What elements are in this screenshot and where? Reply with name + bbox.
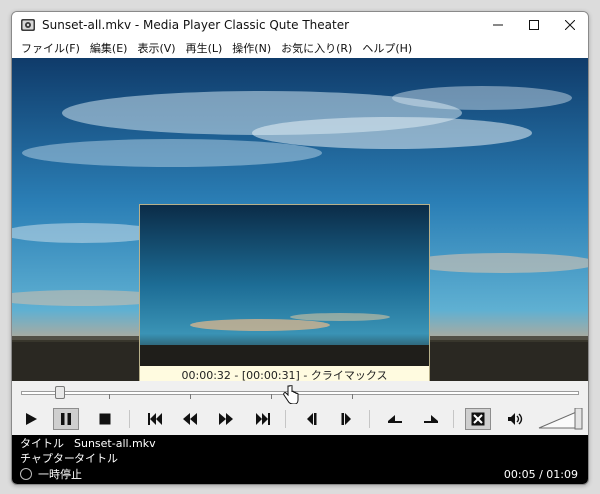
minimize-icon: [493, 24, 503, 26]
frame-back-icon: [307, 413, 317, 425]
seek-preview-tooltip: 00:00:32 - [00:00:31] - クライマックス: [139, 204, 430, 381]
frame-forward-icon: [341, 413, 351, 425]
chapter-marker: [109, 394, 110, 399]
title-value: Sunset-all.mkv: [74, 437, 156, 450]
skip-back-icon: [148, 413, 162, 425]
frame-step-back-button[interactable]: [298, 408, 324, 430]
slow-down-icon: [388, 415, 402, 423]
playback-state: 一時停止: [38, 468, 82, 481]
menu-view[interactable]: 表示(V): [132, 40, 180, 56]
app-icon: [21, 19, 35, 31]
skip-forward-icon: [256, 413, 270, 425]
close-button[interactable]: [552, 12, 588, 38]
mute-button[interactable]: [502, 408, 528, 430]
pause-button[interactable]: [53, 408, 79, 430]
chapter-marker: [352, 394, 353, 399]
volume-slider[interactable]: [537, 408, 583, 430]
separator: [369, 410, 370, 428]
hand-cursor-icon: [283, 385, 299, 405]
fast-forward-icon: [219, 413, 233, 425]
time-display: 00:05 / 01:09: [503, 468, 578, 481]
next-chapter-button[interactable]: [250, 408, 276, 430]
previous-chapter-button[interactable]: [142, 408, 168, 430]
menu-help[interactable]: ヘルプ(H): [357, 40, 417, 56]
volume-thumb[interactable]: [574, 408, 583, 430]
increase-speed-button[interactable]: [418, 408, 444, 430]
chapter-marker: [190, 394, 191, 399]
seek-bar-row: [12, 381, 588, 405]
fast-forward-button[interactable]: [213, 408, 239, 430]
seek-thumb[interactable]: [55, 386, 66, 399]
rewind-button[interactable]: [177, 408, 203, 430]
rewind-icon: [183, 413, 197, 425]
menu-play[interactable]: 再生(L): [181, 40, 228, 56]
maximize-button[interactable]: [516, 12, 552, 38]
playback-state-icon: [20, 468, 32, 480]
pause-icon: [61, 413, 71, 425]
stop-icon: [99, 413, 111, 425]
chapter-value: タイトル: [74, 452, 118, 465]
frame-step-forward-button[interactable]: [334, 408, 360, 430]
speaker-icon: [508, 413, 523, 425]
status-panel: タイトル Sunset-all.mkv チャプタータイトル 一時停止 00:05 …: [12, 435, 588, 484]
menu-file[interactable]: ファイル(F): [16, 40, 85, 56]
play-icon: [26, 413, 37, 425]
chapter-marker: [271, 394, 272, 399]
stop-button[interactable]: [92, 408, 118, 430]
title-label: タイトル: [20, 437, 64, 450]
speed-up-icon: [424, 415, 438, 423]
preview-time-caption: 00:00:32 - [00:00:31] - クライマックス: [140, 366, 429, 381]
window-title: Sunset-all.mkv - Media Player Classic Qu…: [42, 18, 350, 32]
subtitle-off-icon: [471, 412, 485, 426]
separator: [453, 410, 454, 428]
separator: [129, 410, 130, 428]
player-window: Sunset-all.mkv - Media Player Classic Qu…: [11, 11, 589, 485]
seek-bar-track[interactable]: [21, 391, 579, 395]
menu-favorites[interactable]: お気に入り(R): [276, 40, 357, 56]
chapter-label: チャプター: [20, 452, 75, 465]
play-button[interactable]: [18, 408, 44, 430]
decrease-speed-button[interactable]: [382, 408, 408, 430]
maximize-icon: [529, 20, 539, 30]
minimize-button[interactable]: [480, 12, 516, 38]
menu-bar: ファイル(F) 編集(E) 表示(V) 再生(L) 操作(N) お気に入り(R)…: [12, 38, 588, 58]
menu-edit[interactable]: 編集(E): [85, 40, 133, 56]
subtitle-toggle-button[interactable]: [465, 408, 491, 430]
menu-navigate[interactable]: 操作(N): [227, 40, 276, 56]
control-bar: [12, 404, 588, 435]
video-area[interactable]: 00:00:32 - [00:00:31] - クライマックス: [12, 58, 588, 381]
preview-thumbnail: [140, 205, 429, 366]
title-bar[interactable]: Sunset-all.mkv - Media Player Classic Qu…: [12, 12, 588, 38]
separator: [285, 410, 286, 428]
close-icon: [565, 20, 575, 30]
